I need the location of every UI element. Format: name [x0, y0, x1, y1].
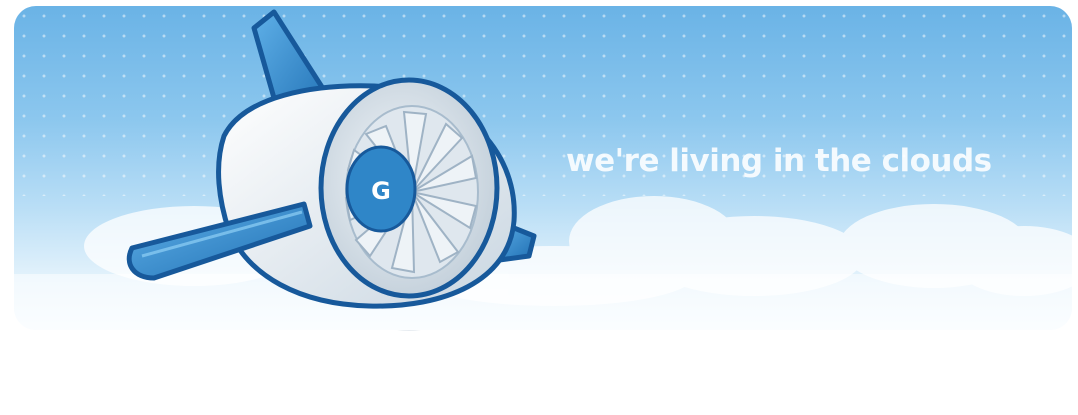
g-emblem: G [371, 177, 391, 205]
sky-banner: G we're living in the clouds [14, 6, 1072, 330]
banner-reflection [14, 330, 1072, 415]
banner-stage: G we're living in the clouds [0, 0, 1078, 415]
reflection-fade [14, 330, 1072, 415]
tagline-text: we're living in the clouds [566, 143, 992, 179]
